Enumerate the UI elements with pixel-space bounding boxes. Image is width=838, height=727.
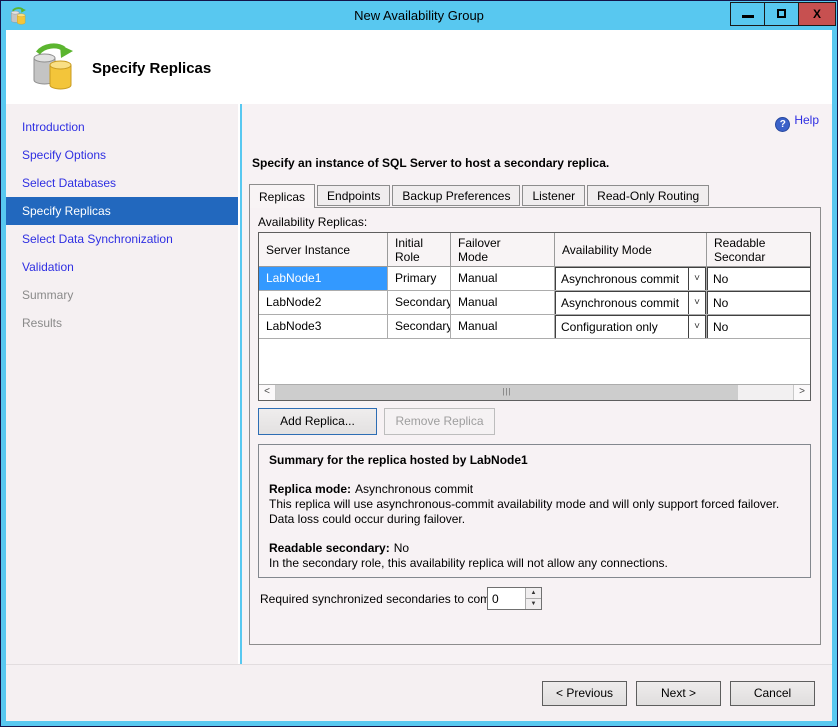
summary-title: Summary for the replica hosted by LabNod… (269, 453, 800, 468)
tab-listener[interactable]: Listener (522, 185, 585, 206)
tab-replicas[interactable]: Replicas (249, 184, 315, 208)
required-secondaries-label: Required synchronized secondaries to com… (260, 592, 506, 606)
cell-initial-role: Primary (388, 267, 451, 290)
readable-secondary-description: In the secondary role, this availability… (269, 556, 800, 571)
table-row: LabNode3 Secondary Manual Configuration … (259, 315, 810, 339)
cell-availability-mode: Configuration only ˅ (555, 315, 707, 338)
spinner-up-icon[interactable]: ▲ (526, 588, 541, 599)
scroll-right-arrow-icon[interactable]: > (793, 385, 810, 400)
scrollbar-thumb[interactable]: ||| (276, 385, 738, 400)
scrollbar-track[interactable] (738, 385, 793, 400)
cell-initial-role: Secondary (388, 291, 451, 314)
availability-replicas-label: Availability Replicas: (258, 215, 367, 229)
new-availability-group-window: New Availability Group X Specify Replica… (0, 0, 838, 727)
availability-mode-dropdown[interactable]: Configuration only ˅ (555, 315, 706, 338)
required-secondaries-input[interactable] (488, 588, 525, 609)
help-link[interactable]: ? Help (775, 113, 819, 132)
tab-endpoints[interactable]: Endpoints (317, 185, 390, 206)
cell-readable-secondary: No (707, 267, 810, 290)
add-replica-button[interactable]: Add Replica... (258, 408, 377, 435)
cell-availability-mode: Asynchronous commit ˅ (555, 267, 707, 290)
minimize-button[interactable] (730, 2, 765, 26)
cell-failover-mode: Manual (451, 315, 555, 338)
replica-summary-panel: Summary for the replica hosted by LabNod… (258, 444, 811, 578)
wizard-header: Specify Replicas (6, 30, 832, 104)
chevron-down-icon: ˅ (689, 268, 705, 290)
availability-mode-dropdown[interactable]: Asynchronous commit ˅ (555, 291, 706, 314)
maximize-icon (777, 9, 786, 18)
next-button[interactable]: Next > (636, 681, 721, 706)
cell-availability-mode: Asynchronous commit ˅ (555, 291, 707, 314)
sidebar-item-summary: Summary (6, 281, 238, 309)
window-controls: X (731, 2, 836, 26)
chevron-down-icon: ˅ (689, 292, 705, 314)
instruction-text: Specify an instance of SQL Server to hos… (252, 156, 609, 170)
previous-button[interactable]: < Previous (542, 681, 627, 706)
database-replica-icon (28, 43, 76, 91)
window-title: New Availability Group (2, 2, 836, 30)
cell-server-instance[interactable]: LabNode3 (259, 315, 388, 338)
table-row: LabNode2 Secondary Manual Asynchronous c… (259, 291, 810, 315)
help-label: Help (794, 113, 819, 127)
tab-backup-preferences[interactable]: Backup Preferences (392, 185, 520, 206)
sidebar-item-specify-replicas[interactable]: Specify Replicas (6, 197, 238, 225)
spinner-down-icon[interactable]: ▼ (526, 599, 541, 609)
readable-secondary-dropdown[interactable]: No (707, 315, 810, 338)
minimize-icon (742, 15, 754, 18)
column-header-server-instance: Server Instance (259, 233, 388, 266)
sidebar-item-select-data-synchronization[interactable]: Select Data Synchronization (6, 225, 238, 253)
page-title: Specify Replicas (92, 60, 211, 77)
remove-replica-button: Remove Replica (384, 408, 495, 435)
readable-secondary-dropdown[interactable]: No (707, 267, 810, 290)
column-header-readable-secondary: Readable Secondar (707, 233, 810, 266)
sidebar-item-results: Results (6, 309, 238, 337)
availability-mode-dropdown[interactable]: Asynchronous commit ˅ (555, 267, 706, 290)
cell-readable-secondary: No (707, 315, 810, 338)
sidebar-item-select-databases[interactable]: Select Databases (6, 169, 238, 197)
column-header-failover-mode: Failover Mode (451, 233, 555, 266)
titlebar: New Availability Group X (2, 2, 836, 30)
cell-failover-mode: Manual (451, 267, 555, 290)
cell-initial-role: Secondary (388, 315, 451, 338)
cell-readable-secondary: No (707, 291, 810, 314)
sidebar-item-introduction[interactable]: Introduction (6, 113, 238, 141)
replicas-tab-page: Availability Replicas: Server Instance I… (249, 207, 821, 645)
tab-read-only-routing[interactable]: Read-Only Routing (587, 185, 709, 206)
replica-mode-description: This replica will use asynchronous-commi… (269, 497, 800, 527)
grid-header-row: Server Instance Initial Role Failover Mo… (259, 233, 810, 267)
sidebar-item-specify-options[interactable]: Specify Options (6, 141, 238, 169)
help-icon: ? (775, 117, 790, 132)
table-row: LabNode1 Primary Manual Asynchronous com… (259, 267, 810, 291)
required-secondaries-spinner: ▲ ▼ (487, 587, 542, 610)
maximize-button[interactable] (764, 2, 799, 26)
readable-secondary-line: Readable secondary:No (269, 541, 800, 556)
replica-mode-line: Replica mode:Asynchronous commit (269, 482, 800, 497)
close-button[interactable]: X (798, 2, 836, 26)
column-header-availability-mode: Availability Mode (555, 233, 707, 266)
column-header-initial-role: Initial Role (388, 233, 451, 266)
wizard-steps-sidebar: Introduction Specify Options Select Data… (6, 104, 240, 664)
scroll-left-arrow-icon[interactable]: < (259, 385, 276, 400)
sidebar-item-validation[interactable]: Validation (6, 253, 238, 281)
wizard-footer: < Previous Next > Cancel (6, 664, 832, 721)
cell-server-instance[interactable]: LabNode2 (259, 291, 388, 314)
chevron-down-icon: ˅ (689, 316, 705, 338)
cell-failover-mode: Manual (451, 291, 555, 314)
wizard-content: ? Help Specify an instance of SQL Server … (242, 104, 832, 664)
cancel-button[interactable]: Cancel (730, 681, 815, 706)
availability-replicas-grid: Server Instance Initial Role Failover Mo… (258, 232, 811, 401)
cell-server-instance[interactable]: LabNode1 (259, 267, 388, 290)
horizontal-scrollbar[interactable]: < ||| > (259, 384, 810, 400)
readable-secondary-dropdown[interactable]: No (707, 291, 810, 314)
tab-strip: Replicas Endpoints Backup Preferences Li… (249, 184, 711, 208)
